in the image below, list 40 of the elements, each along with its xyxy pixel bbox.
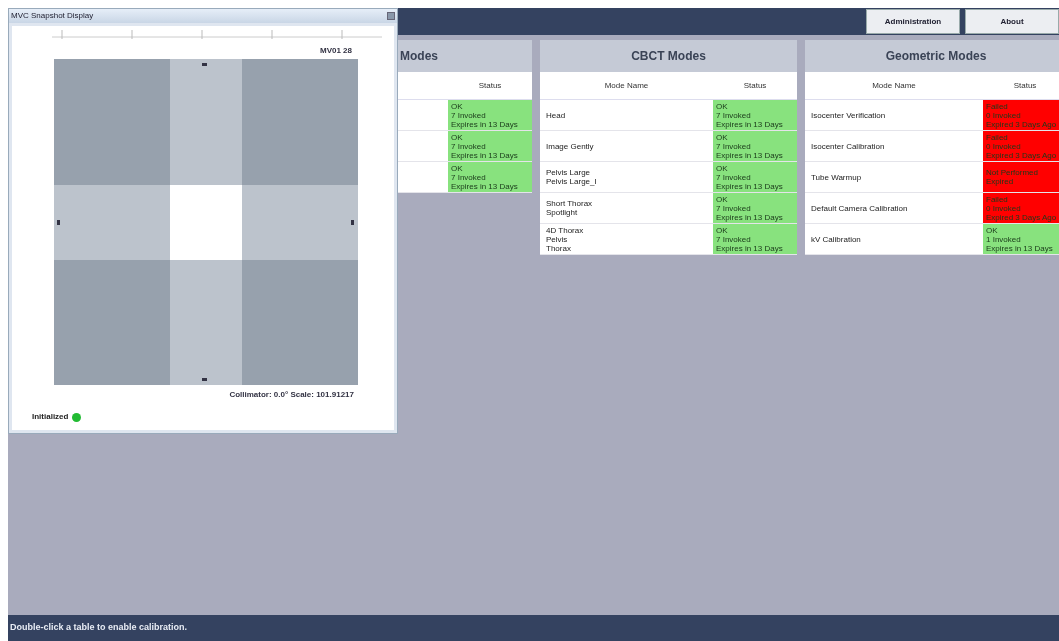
- status-message: Double-click a table to enable calibration.: [10, 621, 188, 635]
- column-header: Status: [1012, 79, 1038, 92]
- status-cell: Failed 0 Invoked Expired 3 Days Ago: [983, 131, 1059, 161]
- status-cell: OK 7 Invoked Expires in 13 Days: [713, 193, 797, 223]
- column-header: Status: [477, 79, 503, 92]
- image-caption: Collimator: 0.0° Scale: 101.91217: [229, 389, 354, 401]
- table-cell-text: Pelvis Large Pelvis Large_I: [545, 167, 598, 188]
- table-cell-text: kV Calibration: [810, 233, 862, 246]
- table-cell-text: 4D Thorax Pelvis Thorax: [545, 224, 585, 254]
- status-cell: OK 7 Invoked Expires in 13 Days: [713, 224, 797, 254]
- ruler-icon: [52, 27, 382, 41]
- window-title: MVC Snapshot Display: [11, 10, 94, 22]
- status-cell: Failed 0 Invoked Expired 3 Days Ago: [983, 100, 1059, 130]
- table-cell-text: Tube Warmup: [810, 171, 863, 184]
- table-cell-text: Default Camera Calibration: [810, 202, 909, 215]
- status-cell: Not Performed Expired: [983, 162, 1059, 192]
- column-header: Status: [742, 79, 768, 92]
- table-cell-text: Short Thorax Spotlight: [545, 198, 594, 219]
- status-cell: OK 7 Invoked Expires in 13 Days: [448, 100, 532, 130]
- status-cell: Failed 0 Invoked Expired 3 Days Ago: [983, 193, 1059, 223]
- nav-button[interactable]: About: [965, 9, 1059, 34]
- status-label: Initialized: [32, 411, 69, 423]
- nav-button[interactable]: Administration: [866, 9, 960, 34]
- status-cell: OK 1 Invoked Expires in 13 Days: [983, 224, 1059, 254]
- table-cell-text: Image Gently: [545, 140, 595, 153]
- table-cell-text: Isocenter Calibration: [810, 140, 886, 153]
- column-header: Mode Name: [871, 79, 917, 92]
- panel-title: CBCT Modes: [631, 48, 706, 65]
- panel-title: Geometric Modes: [885, 48, 987, 65]
- table-cell-text: Isocenter Verification: [810, 109, 887, 122]
- status-cell: OK 7 Invoked Expires in 13 Days: [713, 162, 797, 192]
- status-cell: OK 7 Invoked Expires in 13 Days: [448, 131, 532, 161]
- image-label: MV01 28: [319, 45, 352, 57]
- column-header: Mode Name: [603, 79, 650, 92]
- table-cell-text: Head: [545, 109, 567, 122]
- status-cell: OK 7 Invoked Expires in 13 Days: [713, 131, 797, 161]
- close-button[interactable]: [387, 12, 395, 20]
- panel-title: Modes: [400, 48, 438, 65]
- status-cell: OK 7 Invoked Expires in 13 Days: [713, 100, 797, 130]
- status-cell: OK 7 Invoked Expires in 13 Days: [448, 162, 532, 192]
